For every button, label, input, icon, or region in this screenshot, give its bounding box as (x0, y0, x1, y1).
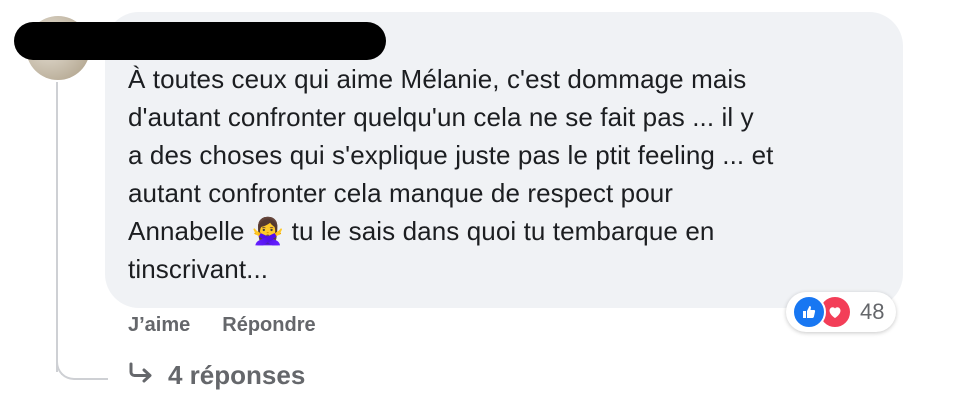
like-icon (792, 295, 826, 329)
author-name-redacted (14, 22, 386, 60)
reaction-count: 48 (860, 299, 885, 324)
like-button[interactable]: J’aime (128, 314, 190, 337)
comment-actions: J’aime Répondre (128, 314, 316, 337)
reply-arrow-icon (128, 360, 154, 391)
reply-button[interactable]: Répondre (222, 314, 315, 337)
reactions-summary[interactable]: 48 (786, 292, 897, 332)
thread-line (56, 82, 58, 372)
view-replies-link[interactable]: 4 réponses (128, 360, 305, 391)
comment-text: À toutes ceux qui aime Mélanie, c'est do… (128, 64, 774, 284)
thread-connector (56, 340, 108, 380)
replies-count-label: 4 réponses (168, 360, 306, 390)
